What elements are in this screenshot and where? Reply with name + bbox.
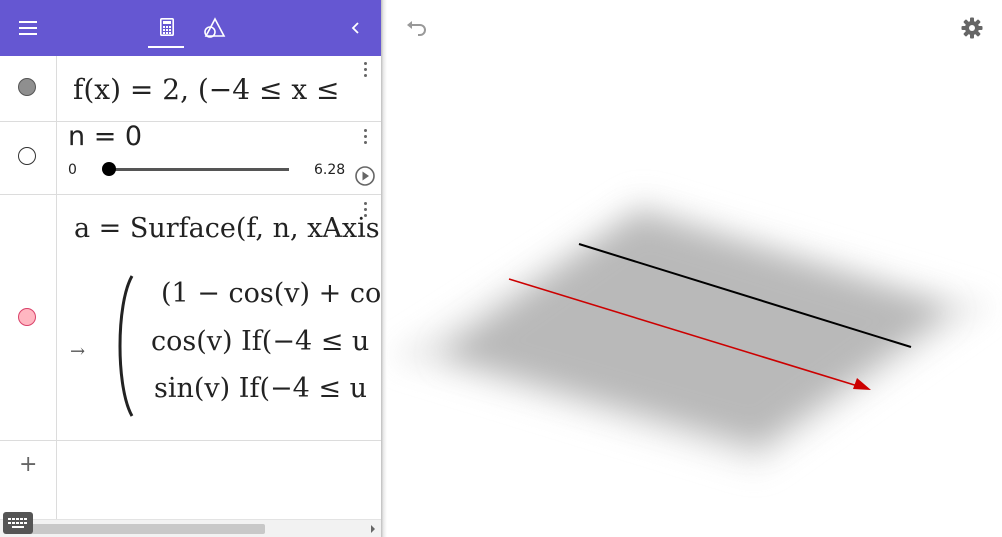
scrollbar-thumb[interactable] xyxy=(26,524,265,534)
keyboard-button[interactable] xyxy=(3,512,33,534)
algebra-row-surface[interactable]: a = Surface(f, n, xAxis → (1 − cos(v) + … xyxy=(0,195,381,441)
slider-handle[interactable] xyxy=(102,162,116,176)
visibility-column xyxy=(0,195,57,440)
more-vertical-icon[interactable] xyxy=(364,202,368,220)
algebra-row-function[interactable]: f(x) = 2, (−4 ≤ x ≤ xyxy=(0,56,381,122)
algebra-toolbar xyxy=(0,0,381,56)
more-vertical-icon[interactable] xyxy=(364,62,368,80)
horizontal-scrollbar[interactable] xyxy=(0,519,381,537)
more-vertical-icon[interactable] xyxy=(364,129,368,147)
surface-definition[interactable]: a = Surface(f, n, xAxis xyxy=(74,213,380,244)
surface-result-line-2: cos(v) If(−4 ≤ u xyxy=(151,326,370,357)
vector-left-bracket xyxy=(118,275,134,417)
chevron-left-icon xyxy=(351,22,359,34)
surface-plane[interactable] xyxy=(440,214,950,445)
keyboard-icon xyxy=(8,518,27,528)
tab-tools[interactable] xyxy=(196,12,232,48)
slider-track[interactable] xyxy=(108,168,289,171)
graphics-3d-view[interactable] xyxy=(387,0,1002,537)
surface-result-line-1: (1 − cos(v) + co xyxy=(161,278,381,309)
active-tab-indicator xyxy=(148,46,184,48)
play-icon[interactable] xyxy=(354,165,376,187)
function-expression[interactable]: f(x) = 2, (−4 ≤ x ≤ xyxy=(73,73,340,106)
surface-canvas[interactable] xyxy=(387,0,1002,537)
visibility-toggle[interactable] xyxy=(18,78,36,96)
input-column: + xyxy=(0,441,57,519)
visibility-toggle[interactable] xyxy=(18,308,36,326)
surface-result-line-3: sin(v) If(−4 ≤ u xyxy=(154,373,367,404)
algebra-view: f(x) = 2, (−4 ≤ x ≤ n = 0 0 6.28 a = Sur… xyxy=(0,0,381,537)
slider-max-label: 6.28 xyxy=(314,162,346,178)
algebra-row-slider[interactable]: n = 0 0 6.28 xyxy=(0,121,381,195)
scroll-right-icon[interactable] xyxy=(369,524,377,534)
geometry-tools-icon xyxy=(204,17,226,38)
slider-definition[interactable]: n = 0 xyxy=(68,121,142,152)
slider-min-label: 0 xyxy=(68,162,77,178)
tab-algebra[interactable] xyxy=(148,12,186,48)
visibility-toggle[interactable] xyxy=(18,147,36,165)
menu-icon[interactable] xyxy=(14,17,42,39)
add-item-icon[interactable]: + xyxy=(19,452,37,477)
collapse-panel-button[interactable] xyxy=(343,15,369,41)
algebra-input-row[interactable]: + xyxy=(0,441,381,519)
visibility-column xyxy=(0,122,57,194)
calculator-icon xyxy=(160,18,174,36)
output-arrow: → xyxy=(70,341,86,362)
visibility-column xyxy=(0,56,57,121)
